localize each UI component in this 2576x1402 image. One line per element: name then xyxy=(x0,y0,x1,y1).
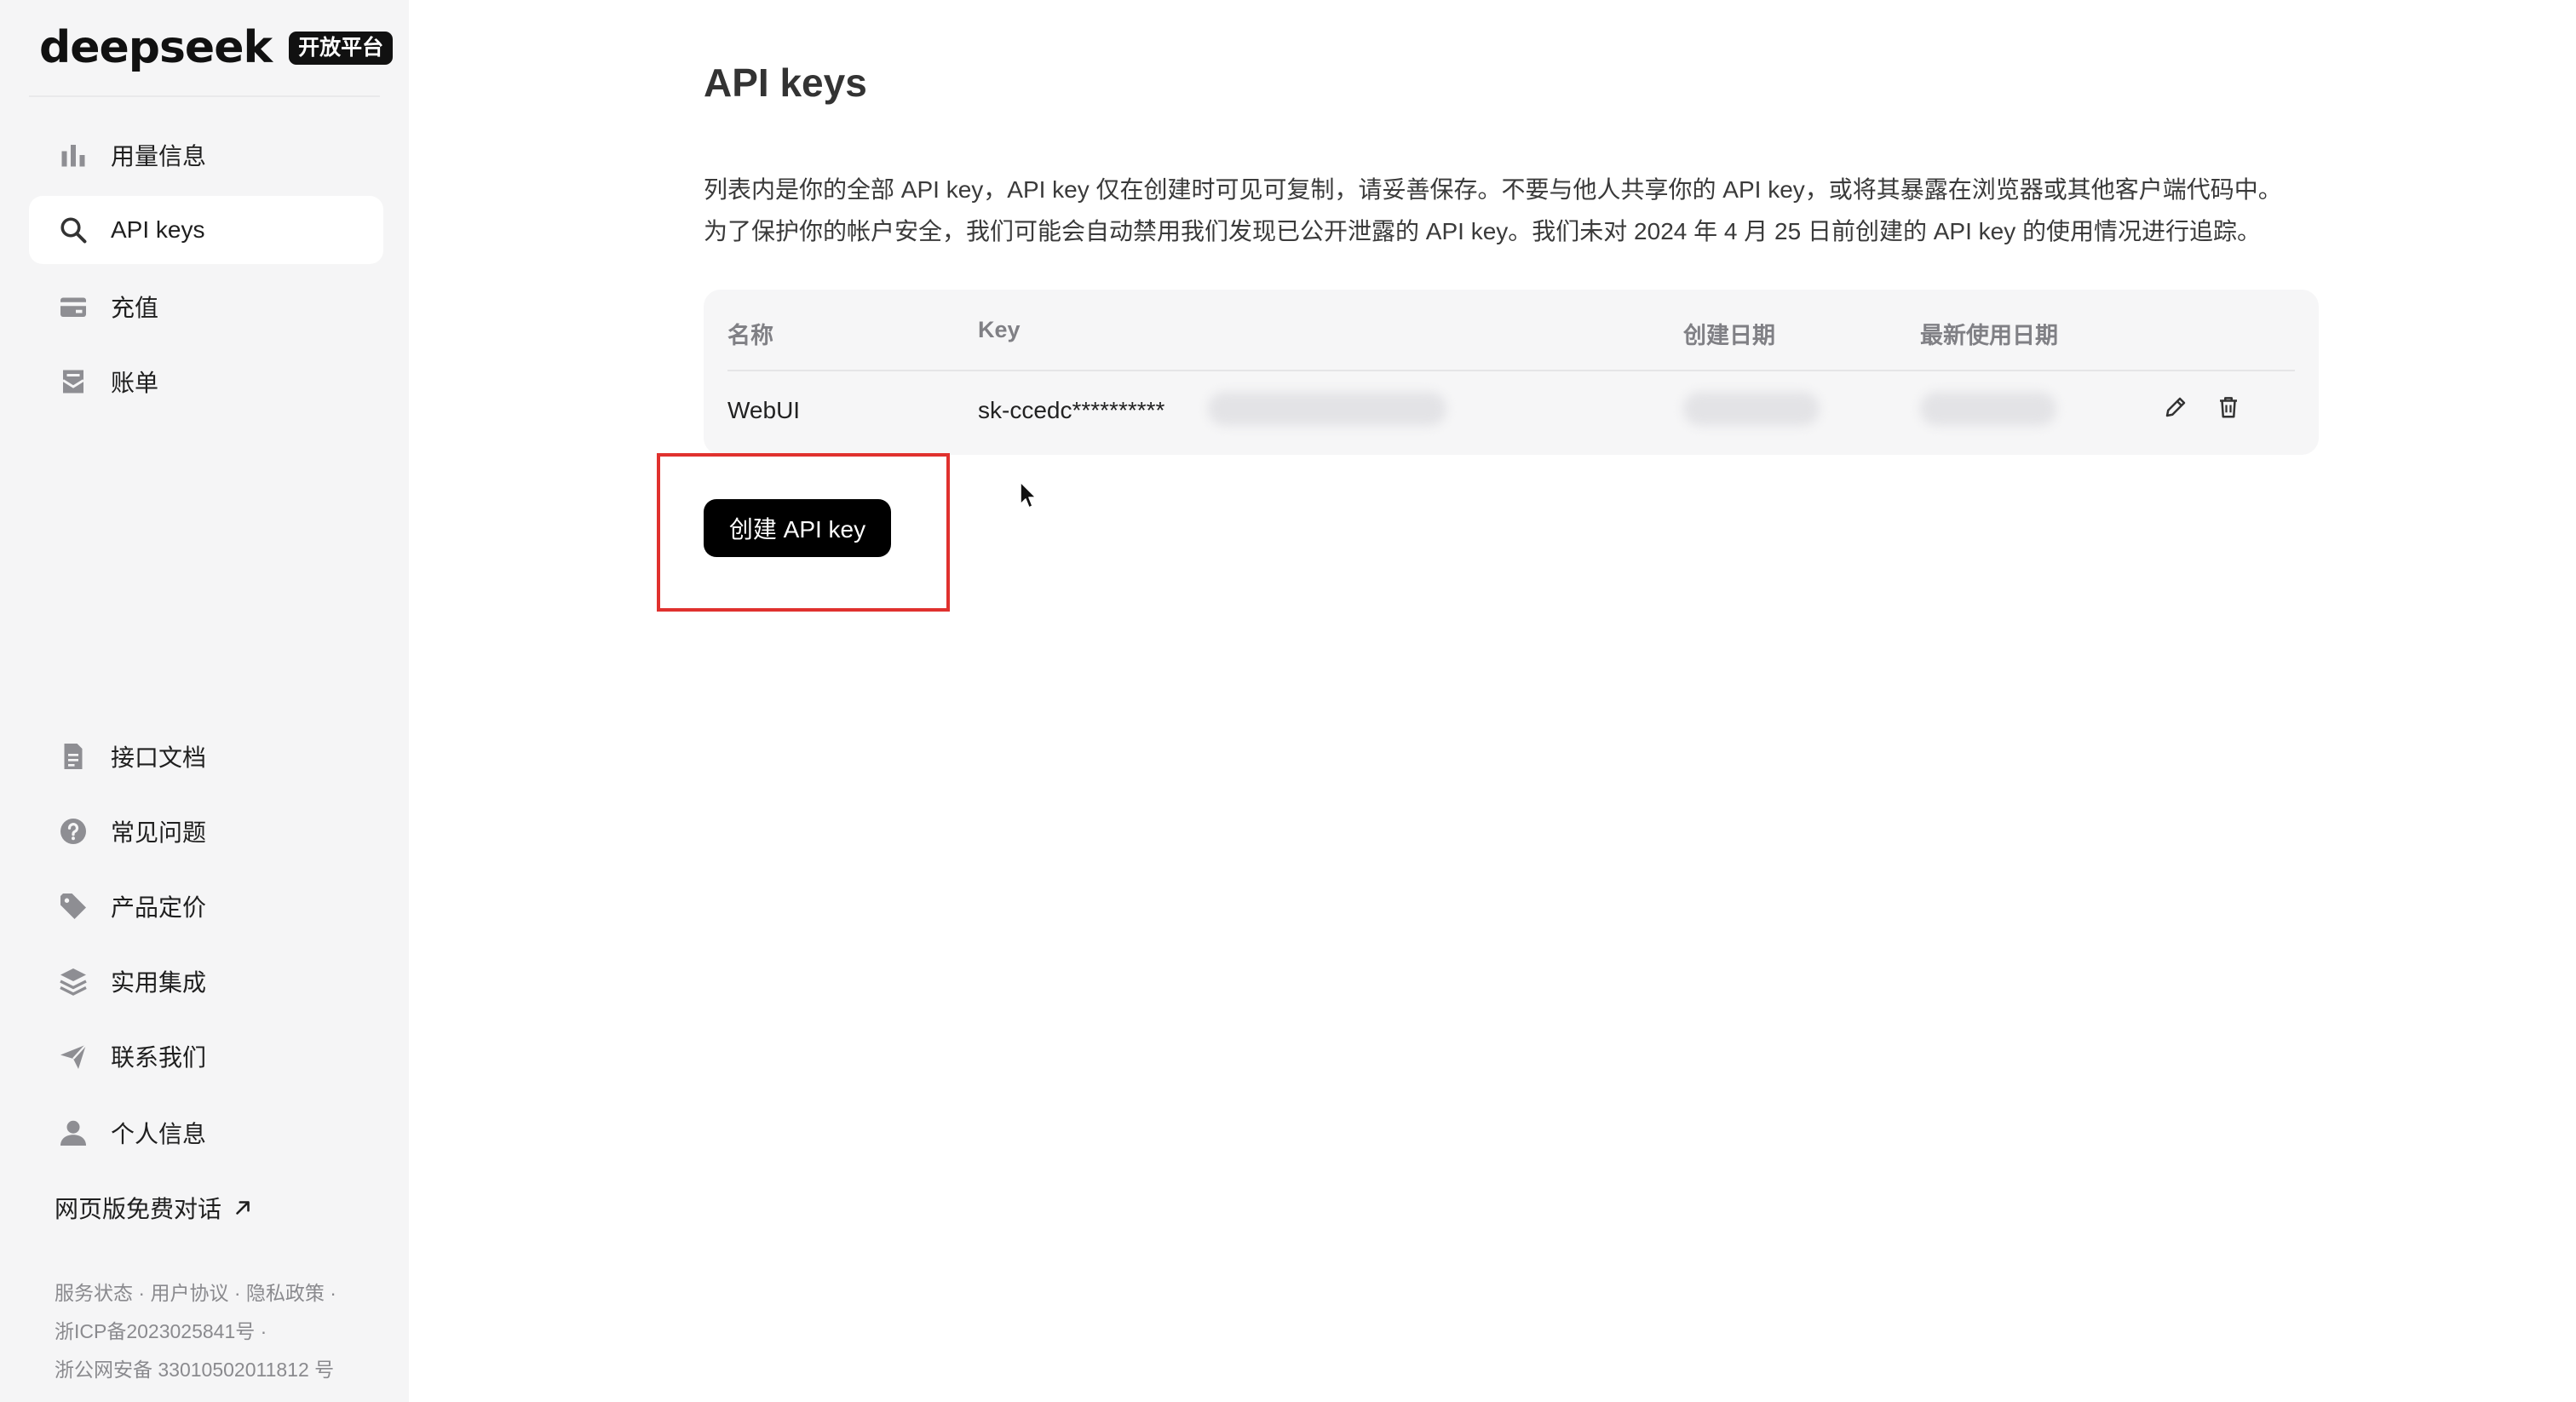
column-header-last-used: 最新使用日期 xyxy=(1920,323,2058,348)
bar-chart-icon xyxy=(56,138,90,172)
key-value-cell: sk-ccedc********** xyxy=(978,397,1165,423)
description-line: 为了保护你的帐户安全，我们可能会自动禁用我们发现已公开泄露的 API key。我… xyxy=(704,218,2261,244)
key-name-cell: WebUI xyxy=(727,397,801,423)
create-api-key-button[interactable]: 创建 API key xyxy=(704,499,891,557)
sidebar-item-profile[interactable]: 个人信息 xyxy=(29,1099,383,1167)
sidebar-item-pricing[interactable]: 产品定价 xyxy=(29,872,383,940)
redacted-key-blur xyxy=(1208,392,1446,426)
sidebar-footer: 服务状态 · 用户协议 · 隐私政策 · 浙ICP备2023025841号 · … xyxy=(55,1282,336,1381)
brand-badge: 开放平台 xyxy=(289,31,394,65)
mouse-cursor-icon xyxy=(1020,481,1037,509)
service-status-link[interactable]: 服务状态 xyxy=(55,1282,133,1304)
description-line: 列表内是你的全部 API key，API key 仅在创建时可见可复制，请妥善保… xyxy=(704,176,2282,203)
sidebar-item-usage[interactable]: 用量信息 xyxy=(29,121,383,189)
sidebar-item-faq[interactable]: 常见问题 xyxy=(29,797,383,865)
header-divider xyxy=(727,370,2295,371)
delete-icon[interactable] xyxy=(2213,392,2244,422)
sidebar-item-contact[interactable]: 联系我们 xyxy=(29,1022,383,1090)
bill-icon xyxy=(56,365,90,399)
sidebar-item-label: 实用集成 xyxy=(111,969,207,996)
sidebar-item-integrations[interactable]: 实用集成 xyxy=(29,947,383,1015)
brand[interactable]: deepseek 开放平台 xyxy=(39,22,394,73)
sidebar-item-label: 充值 xyxy=(111,295,159,321)
brand-logo[interactable]: deepseek xyxy=(39,26,273,70)
redacted-last-used-date xyxy=(1920,392,2056,426)
icp-link[interactable]: 浙ICP备2023025841号 xyxy=(55,1320,255,1342)
question-icon xyxy=(56,814,90,848)
web-chat-link[interactable]: 网页版免费对话 xyxy=(55,1191,254,1225)
column-header-key: Key xyxy=(978,317,1021,342)
sidebar-item-docs[interactable]: 接口文档 xyxy=(29,722,383,790)
page-title: API keys xyxy=(704,60,867,105)
sidebar-item-billing[interactable]: 账单 xyxy=(29,348,383,416)
sidebar-item-label: 常见问题 xyxy=(111,819,207,846)
layers-icon xyxy=(56,964,90,998)
arrow-up-right-icon xyxy=(232,1197,254,1219)
sidebar-item-label: API keys xyxy=(111,216,205,243)
sidebar-item-label: 用量信息 xyxy=(111,143,207,170)
privacy-policy-link[interactable]: 隐私政策 xyxy=(246,1282,325,1304)
redacted-created-date xyxy=(1683,392,1820,426)
edit-icon[interactable] xyxy=(2160,392,2191,422)
sidebar-item-label: 账单 xyxy=(111,370,159,396)
sidebar-item-label: 接口文档 xyxy=(111,744,207,771)
sidebar-item-label: 个人信息 xyxy=(111,1121,207,1147)
search-icon xyxy=(56,213,90,247)
web-chat-label: 网页版免费对话 xyxy=(55,1196,222,1222)
document-icon xyxy=(56,739,90,773)
page-description: 列表内是你的全部 API key，API key 仅在创建时可见可复制，请妥善保… xyxy=(704,169,2322,252)
user-icon xyxy=(56,1116,90,1150)
send-icon xyxy=(56,1039,90,1073)
sidebar-item-topup[interactable]: 充值 xyxy=(29,273,383,341)
sidebar: deepseek 开放平台 用量信息 API keys 充值 账单 接口文档 常… xyxy=(0,0,409,1402)
wallet-icon xyxy=(56,290,90,324)
column-header-created: 创建日期 xyxy=(1683,323,1775,348)
divider xyxy=(29,95,380,97)
sidebar-item-label: 产品定价 xyxy=(111,894,207,921)
sidebar-item-label: 联系我们 xyxy=(111,1044,207,1071)
api-keys-table: 名称 Key 创建日期 最新使用日期 WebUI sk-ccedc*******… xyxy=(704,290,2319,455)
sidebar-item-api-keys[interactable]: API keys xyxy=(29,196,383,264)
column-header-name: 名称 xyxy=(727,323,773,348)
user-agreement-link[interactable]: 用户协议 xyxy=(150,1282,228,1304)
police-record-link[interactable]: 浙公网安备 33010502011812 号 xyxy=(55,1359,334,1381)
tag-icon xyxy=(56,889,90,923)
